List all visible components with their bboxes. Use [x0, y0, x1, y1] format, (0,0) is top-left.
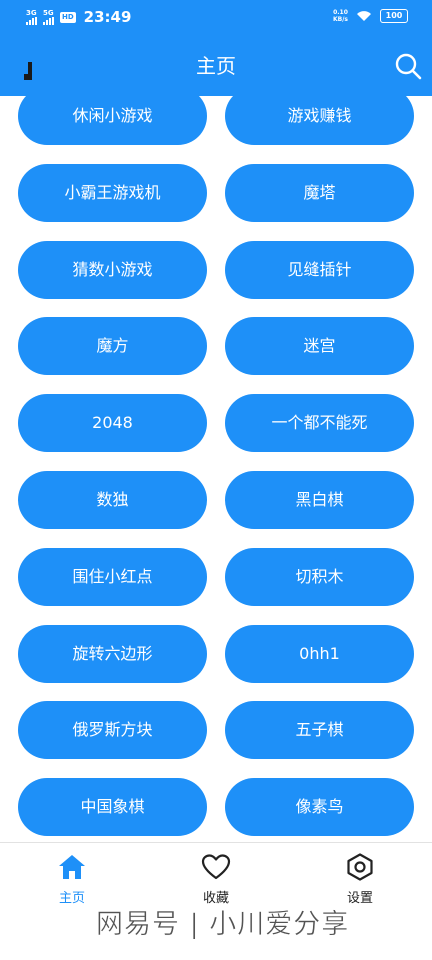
status-left: 3G 5G HD 23:49 [26, 8, 131, 26]
status-bar: 3G 5G HD 23:49 0.10 KB/s 100 [0, 0, 432, 34]
game-button[interactable]: 猜数小游戏 [18, 241, 207, 299]
game-button[interactable]: 0hh1 [225, 625, 414, 683]
game-button[interactable]: 魔方 [18, 317, 207, 375]
network-speed-unit: KB/s [333, 16, 348, 23]
signal-1: 3G [26, 9, 37, 25]
game-button[interactable]: 五子棋 [225, 701, 414, 759]
settings-icon [347, 853, 373, 881]
search-icon[interactable] [394, 52, 422, 80]
game-button[interactable]: 像素鸟 [225, 778, 414, 836]
app-screen: 休闲小游戏 游戏赚钱 小霸王游戏机 魔塔 猜数小游戏 见缝插针 魔方 迷宫 2048 一个都不能死… [0, 0, 432, 960]
bottom-navigation: 主页 收藏 设置 [0, 842, 432, 960]
game-button[interactable]: 黑白棋 [225, 471, 414, 529]
nav-home[interactable]: 主页 [32, 853, 112, 906]
game-button[interactable]: 魔塔 [225, 164, 414, 222]
signal-bars-icon [43, 17, 54, 25]
game-button[interactable]: 数独 [18, 471, 207, 529]
battery-indicator: 100 [380, 9, 408, 23]
heart-icon [201, 854, 231, 880]
game-button[interactable]: 俄罗斯方块 [18, 701, 207, 759]
game-button[interactable]: 旋转六边形 [18, 625, 207, 683]
nav-settings[interactable]: 设置 [320, 853, 400, 906]
status-right: 0.10 KB/s 100 [333, 9, 408, 23]
top-app-bar: 3G 5G HD 23:49 0.10 KB/s 100 主页 [0, 0, 432, 96]
game-button[interactable]: 见缝插针 [225, 241, 414, 299]
network-speed-value: 0.10 [333, 9, 348, 16]
hd-badge: HD [60, 11, 76, 23]
wifi-icon [357, 11, 371, 21]
signal-2: 5G [43, 9, 54, 25]
network-speed: 0.10 KB/s [333, 9, 348, 23]
status-time: 23:49 [83, 8, 132, 26]
page-title: 主页 [196, 54, 236, 78]
watermark: 网易号 | 小川爱分享 [96, 909, 350, 941]
game-button[interactable]: 围住小红点 [18, 548, 207, 606]
signal-1-label: 3G [26, 9, 37, 17]
game-button[interactable]: 切积木 [225, 548, 414, 606]
game-button[interactable]: 迷宫 [225, 317, 414, 375]
game-button[interactable]: 2048 [18, 394, 207, 452]
game-button[interactable]: 小霸王游戏机 [18, 164, 207, 222]
game-button[interactable]: 一个都不能死 [225, 394, 414, 452]
signal-bars-icon [26, 17, 37, 25]
signal-2-label: 5G [43, 9, 54, 17]
nav-favorites[interactable]: 收藏 [176, 853, 256, 906]
game-button[interactable]: 中国象棋 [18, 778, 207, 836]
home-icon [59, 855, 85, 879]
